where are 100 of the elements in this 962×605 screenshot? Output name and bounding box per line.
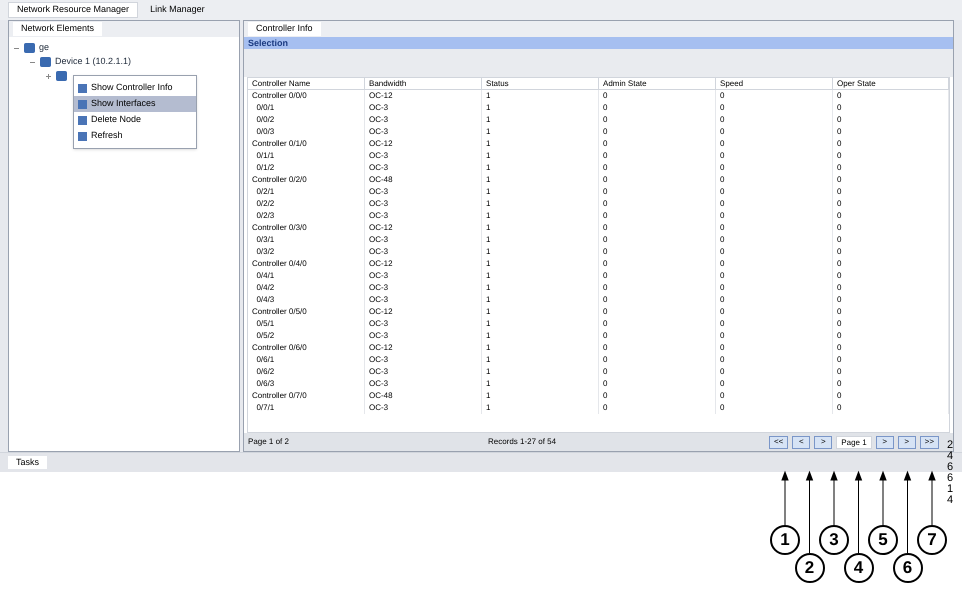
table-cell: 0 xyxy=(833,342,949,354)
page-info: Page 1 of 2 xyxy=(248,436,290,448)
column-header[interactable]: Oper State xyxy=(833,78,949,89)
table-cell: 0/4/2 xyxy=(248,282,365,294)
column-header[interactable]: Admin State xyxy=(599,78,716,89)
table-cell: OC-3 xyxy=(365,198,482,210)
column-header[interactable]: Bandwidth xyxy=(365,78,482,89)
table-cell: 0 xyxy=(599,150,716,162)
table-cell: 0 xyxy=(833,90,949,102)
table-cell: OC-3 xyxy=(365,366,482,378)
table-cell: OC-3 xyxy=(365,246,482,258)
table-cell: 0 xyxy=(833,186,949,198)
pager-button[interactable]: < xyxy=(792,436,810,448)
table-cell: 0 xyxy=(833,270,949,282)
table-cell: 0/3/2 xyxy=(248,246,365,258)
table-cell: 0 xyxy=(599,366,716,378)
table-cell: 0 xyxy=(716,318,833,330)
perspective-tab[interactable]: Link Manager xyxy=(142,2,213,18)
tree-item[interactable]: ge xyxy=(39,41,50,55)
table-cell: 0/2/1 xyxy=(248,186,365,198)
table-cell: 0 xyxy=(833,294,949,306)
table-cell: 1 xyxy=(482,330,599,342)
table-cell: OC-3 xyxy=(365,114,482,126)
view-tab[interactable]: Tasks xyxy=(8,456,48,470)
table-cell: 0 xyxy=(833,198,949,210)
table-cell: 1 xyxy=(482,138,599,150)
table-cell: 0 xyxy=(833,366,949,378)
table-cell: 0 xyxy=(833,150,949,162)
pager-button[interactable]: > xyxy=(814,436,832,448)
callout-number: 1 xyxy=(770,525,800,555)
table-cell: 1 xyxy=(482,174,599,186)
table-cell: OC-12 xyxy=(365,138,482,150)
table-cell: OC-3 xyxy=(365,354,482,366)
column-header[interactable]: Speed xyxy=(716,78,833,89)
table-cell: 0 xyxy=(833,174,949,186)
table-cell: 0/6/3 xyxy=(248,378,365,390)
record-count: Records 1-27 of 54 xyxy=(488,436,558,448)
table-cell: 0 xyxy=(716,270,833,282)
table-cell: 0/4/3 xyxy=(248,294,365,306)
table-cell: 1 xyxy=(482,378,599,390)
page-field[interactable]: Page 1 xyxy=(836,436,872,448)
table-cell: OC-3 xyxy=(365,330,482,342)
table-cell: 1 xyxy=(482,102,599,114)
table-cell: 0/6/1 xyxy=(248,354,365,366)
table-cell: 0 xyxy=(599,342,716,354)
table-cell: OC-3 xyxy=(365,162,482,174)
table-cell: 0/5/2 xyxy=(248,330,365,342)
table-cell: 1 xyxy=(482,246,599,258)
table-cell: 0/0/1 xyxy=(248,102,365,114)
table-cell: Controller 0/4/0 xyxy=(248,258,365,270)
table-cell: 0 xyxy=(599,318,716,330)
table-cell: 0 xyxy=(599,294,716,306)
table-cell: 0 xyxy=(833,354,949,366)
pager-button[interactable]: << xyxy=(768,436,788,448)
view-tab[interactable]: Controller Info xyxy=(248,22,321,36)
table-cell: 0 xyxy=(599,306,716,318)
table-cell: OC-3 xyxy=(365,318,482,330)
table-cell: 0 xyxy=(599,270,716,282)
table-cell: 0 xyxy=(599,186,716,198)
table-cell: OC-3 xyxy=(365,282,482,294)
table-cell: Controller 0/5/0 xyxy=(248,306,365,318)
table-cell: 0 xyxy=(716,150,833,162)
table-cell: 0 xyxy=(716,210,833,222)
table-cell: 0 xyxy=(599,246,716,258)
table-cell: OC-3 xyxy=(365,186,482,198)
menu-item[interactable]: Show Controller Info xyxy=(74,80,196,96)
table-cell: 1 xyxy=(482,186,599,198)
table-cell: 0 xyxy=(833,282,949,294)
menu-item[interactable]: Show Interfaces xyxy=(74,96,196,112)
pager-button[interactable]: > xyxy=(876,436,894,448)
plus-icon[interactable] xyxy=(45,72,52,80)
table-cell: 0 xyxy=(716,402,833,414)
view-tab[interactable]: Network Elements xyxy=(13,22,102,36)
table-cell: Controller 0/6/0 xyxy=(248,342,365,354)
table-cell: Controller 0/2/0 xyxy=(248,174,365,186)
table-cell: OC-12 xyxy=(365,90,482,102)
table-cell: 1 xyxy=(482,366,599,378)
pager-button[interactable]: > xyxy=(898,436,916,448)
table-cell: 0/1/2 xyxy=(248,162,365,174)
tree-item[interactable]: Device 1 (10.2.1.1) xyxy=(55,55,132,69)
table-cell: 1 xyxy=(482,294,599,306)
table-cell: 0 xyxy=(716,246,833,258)
table-cell: OC-12 xyxy=(365,222,482,234)
menu-item[interactable]: Delete Node xyxy=(74,112,196,128)
column-header[interactable]: Controller Name xyxy=(248,78,365,89)
table-cell: 0/7/1 xyxy=(248,402,365,414)
table-cell: 0 xyxy=(599,138,716,150)
table-cell: 1 xyxy=(482,354,599,366)
perspective-tab[interactable]: Network Resource Manager xyxy=(8,2,138,18)
table-cell: 0 xyxy=(599,390,716,402)
column-header[interactable]: Status xyxy=(482,78,599,89)
table-cell: 0 xyxy=(716,366,833,378)
table-cell: 0 xyxy=(833,126,949,138)
pager-button[interactable]: >> xyxy=(920,436,939,448)
node-icon xyxy=(40,57,51,67)
menu-item[interactable]: Refresh xyxy=(74,128,196,144)
table-cell: OC-3 xyxy=(365,378,482,390)
table-cell: 0 xyxy=(716,234,833,246)
table-cell: 1 xyxy=(482,210,599,222)
table-cell: 0 xyxy=(716,342,833,354)
